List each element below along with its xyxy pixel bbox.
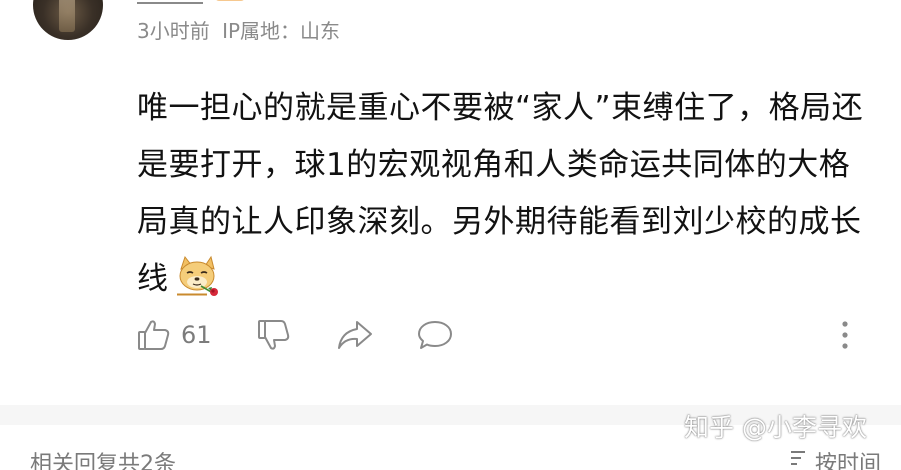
like-count: 61 [181,321,212,349]
comment-meta: 3小时前 IP属地：山东 [137,15,340,44]
share-button[interactable] [337,318,373,352]
like-button[interactable]: 61 [137,318,212,352]
dislike-button[interactable] [257,318,291,352]
reply-button[interactable] [417,318,453,352]
avatar[interactable] [33,0,103,40]
comment-text: 唯一担心的就是重心不要被“家人”束缚住了，格局还是要打开，球1的宏观视角和人类命… [137,80,867,308]
share-icon [337,318,373,352]
comment-bubble-icon [417,318,453,352]
comment-action-bar: 61 [0,312,901,358]
doge-with-rose-icon [175,255,221,297]
author-name-cropped[interactable] [137,0,247,6]
related-replies-label[interactable]: 相关回复共2条 [30,446,176,470]
thumbs-up-icon [137,318,171,352]
watermark: 知乎 @小李寻欢 [684,413,867,442]
more-button[interactable] [838,318,852,352]
comment-time: 3小时前 [137,19,210,43]
sort-toggle[interactable]: 按时间 [789,446,881,470]
thumbs-down-icon [257,318,291,352]
more-vertical-icon [838,318,852,352]
sort-icon [789,448,807,470]
comment-body: 唯一担心的就是重心不要被“家人”束缚住了，格局还是要打开，球1的宏观视角和人类命… [137,90,864,297]
author-badge [215,0,245,1]
ip-location: IP属地：山东 [222,19,341,43]
sort-label: 按时间 [814,452,881,470]
